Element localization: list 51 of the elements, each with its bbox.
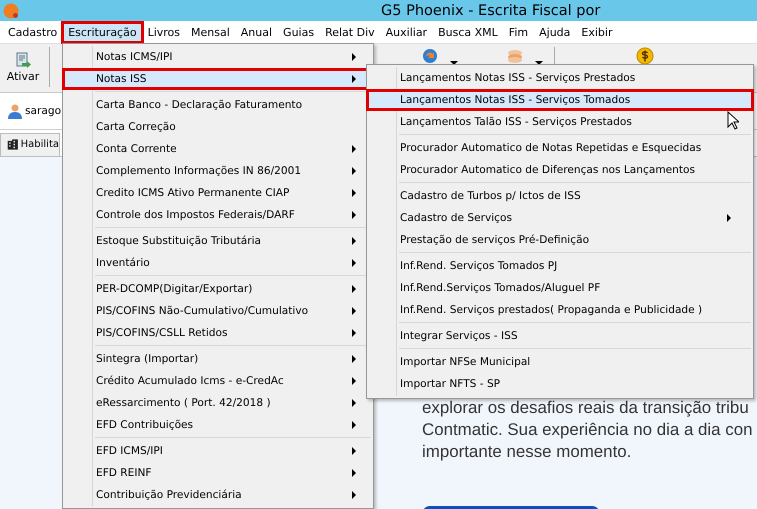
menu-item[interactable]: Cadastro de Serviços [366, 207, 754, 229]
refresh-icon [421, 47, 439, 65]
app-logo-icon [3, 2, 19, 18]
menu-item[interactable]: Procurador Automatico de Notas Repetidas e Esquecidas [366, 137, 754, 159]
dollar-coin-icon [636, 47, 654, 65]
coins-icon [506, 47, 524, 65]
menu-item[interactable]: Credito ICMS Ativo Permanente CIAP [62, 182, 369, 204]
menu-item[interactable]: Escrituração [61, 20, 144, 44]
menu-item[interactable]: Sintegra (Importar) [62, 348, 369, 370]
menu-item[interactable]: Notas ISS [62, 68, 369, 90]
menu-item[interactable]: EFD ICMS/IPI [62, 440, 369, 462]
menu-item[interactable]: Integrar Serviços - ISS [366, 325, 754, 347]
menu-item[interactable]: eRessarcimento ( Port. 42/2018 ) [62, 392, 369, 414]
menu-item[interactable]: Controle dos Impostos Federais/DARF [62, 204, 369, 226]
menu-item[interactable]: Notas ICMS/IPI [62, 46, 369, 68]
menu-item[interactable]: Lançamentos Notas ISS - Serviços Tomados [366, 89, 754, 111]
menu-item[interactable]: PIS/COFINS/CSLL Retidos [62, 322, 369, 344]
activate-icon [14, 52, 32, 70]
menu-item[interactable]: Importar NFTS - SP [366, 373, 754, 395]
menu-item[interactable]: Contribuição Previdenciária [62, 484, 369, 506]
menu-item[interactable]: Inf.Rend. Serviços Tomados PJ [366, 255, 754, 277]
user-icon [7, 103, 23, 119]
menu-item[interactable]: Carta Banco - Declaração Faturamento [62, 94, 369, 116]
menu-item[interactable]: Lançamentos Notas ISS - Serviços Prestados [366, 67, 754, 89]
menu-item[interactable]: PIS/COFINS Não-Cumulativo/Cumulativo [62, 300, 369, 322]
building-icon [7, 137, 19, 152]
body-text: Contmatic. Sua experiência no dia a dia con [422, 419, 754, 441]
body-text: importante nesse momento. [422, 441, 632, 463]
menu-item[interactable]: Carta Correção [62, 116, 369, 138]
menu-item[interactable]: EFD REINF [62, 462, 369, 484]
menu-item[interactable]: Lançamentos Talão ISS - Serviços Prestados [366, 111, 754, 133]
menu-item[interactable]: Conta Corrente [62, 138, 369, 160]
menu-item[interactable]: Inf.Rend. Serviços prestados( Propaganda e Publicidade ) [366, 299, 754, 321]
window-title: G5 Phoenix - Escrita Fiscal por [381, 2, 602, 18]
tab[interactable]: Habilita [0, 133, 60, 156]
tab-label: Habilita [20, 139, 59, 150]
mouse-cursor-icon [727, 111, 739, 130]
menu-item[interactable]: PER-DCOMP(Digitar/Exportar) [62, 278, 369, 300]
body-text: explorar os desafios reais da transição tribu [422, 397, 750, 419]
activate-button[interactable]: Ativar [3, 48, 43, 86]
menu-item[interactable]: Inf.Rend.Serviços Tomados/Aluguel PF [366, 277, 754, 299]
menu-item[interactable]: EFD Contribuições [62, 414, 369, 436]
menu-item[interactable]: Procurador Automatico de Diferenças nos Lançamentos [366, 159, 754, 181]
menu-item[interactable]: Crédito Acumulado Icms - e-CredAc [62, 370, 369, 392]
menu-item[interactable]: Complemento Informações IN 86/2001 [62, 160, 369, 182]
menu-item[interactable]: Cadastro de Turbos p/ Ictos de ISS [366, 185, 754, 207]
menu-item[interactable]: Inventário [62, 252, 369, 274]
menu-item[interactable]: Estoque Substituição Tributária [62, 230, 369, 252]
user-name: sarago [25, 105, 62, 117]
menu-item[interactable]: Importar NFSe Municipal [366, 351, 754, 373]
menu-item[interactable]: Prestação de serviços Pré-Definição [366, 229, 754, 251]
